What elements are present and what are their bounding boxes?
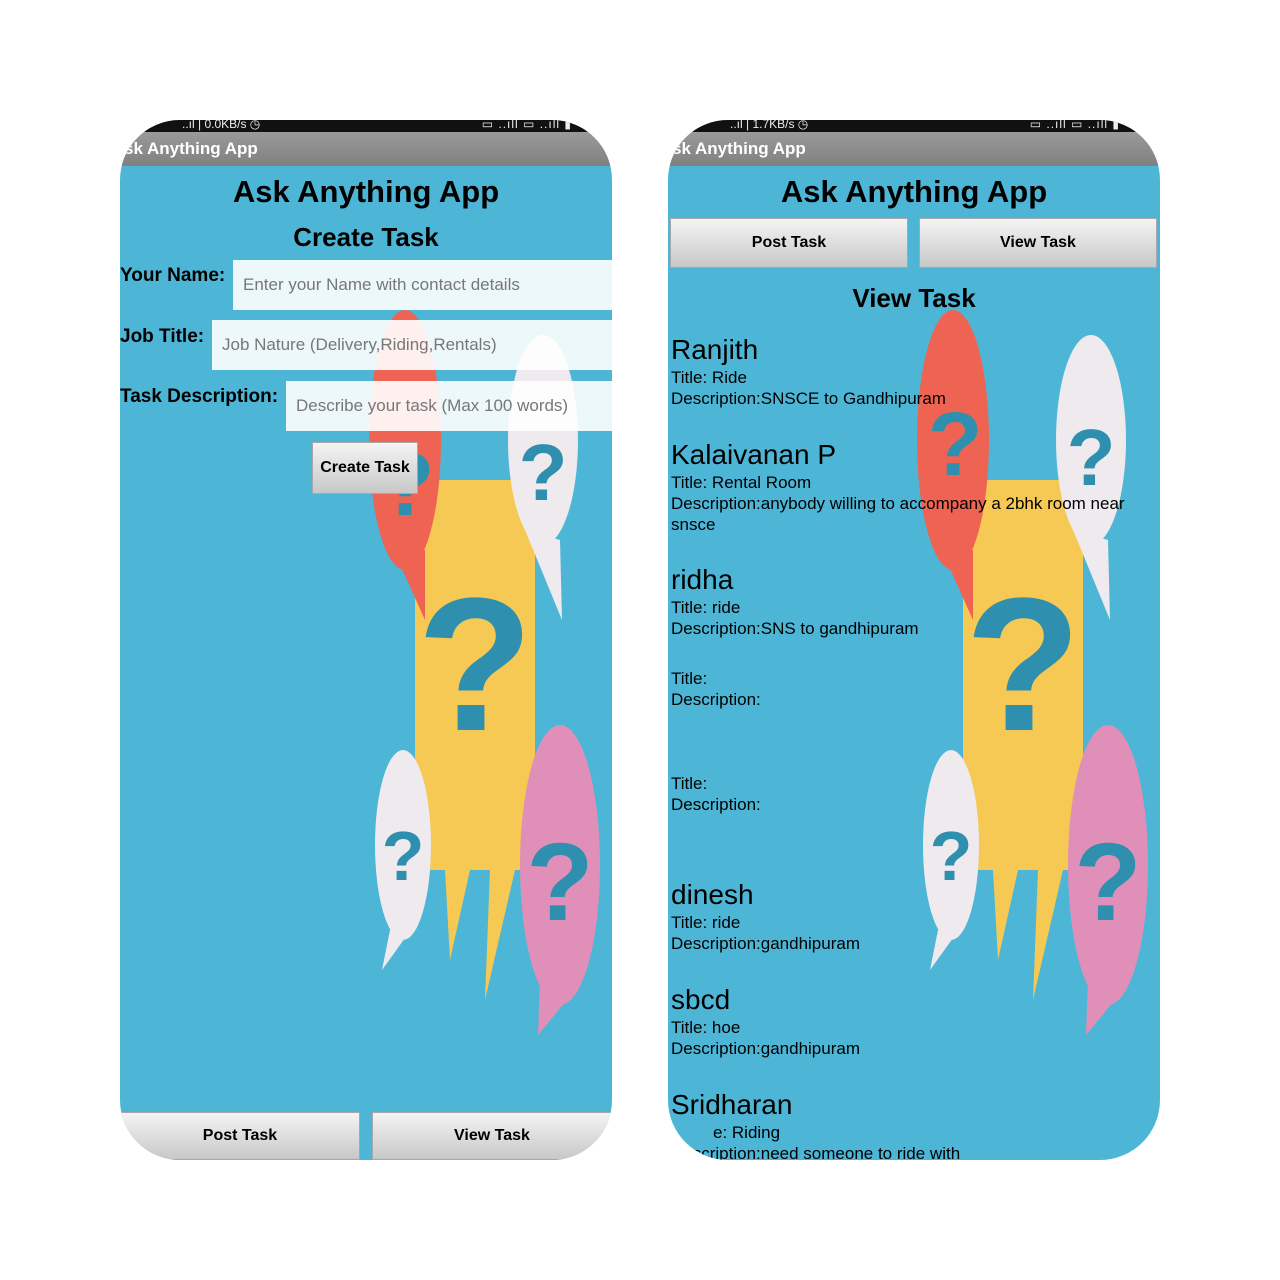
name-label: Your Name: <box>120 265 226 286</box>
task-description-input[interactable] <box>286 381 612 431</box>
phone-create-task: ? ? ? ? ? ..ıl | 0.0KB/s ◷ ▭ ..ıll ▭ ..ı… <box>120 120 612 1160</box>
post-task-nav-button[interactable]: Post Task <box>120 1112 360 1160</box>
task-title: Title: <box>671 774 708 793</box>
task-item: Kalaivanan P Title: Rental Room Descript… <box>671 438 1151 535</box>
task-item: Sridharan e: Riding Description:need som… <box>671 1088 1151 1160</box>
task-description: Description:SNS to gandhipuram <box>671 619 919 638</box>
task-item: Title: Description: <box>671 668 1151 710</box>
view-task-nav-button[interactable]: View Task <box>372 1112 612 1160</box>
view-task-nav-button[interactable]: View Task <box>919 218 1157 268</box>
task-title: Title: <box>671 669 708 688</box>
task-description-label: Task Description: <box>120 386 279 407</box>
post-task-nav-button[interactable]: Post Task <box>670 218 908 268</box>
section-title-create-task: Create Task <box>293 222 439 252</box>
task-name: dinesh <box>671 879 754 910</box>
task-title: Title: hoe <box>671 1018 741 1037</box>
task-name: Ranjith <box>671 334 759 365</box>
task-item: dinesh Title: ride Description:gandhipur… <box>671 878 1151 954</box>
phone-view-task: ? ? ? ? ? ..ıl | 1.7KB/s ◷ ▭ ..ıll ▭ ..ı… <box>668 120 1160 1160</box>
task-description: Description: <box>671 690 761 709</box>
view-task-content: Ask Anything App Post Task View Task Vie… <box>668 120 1160 1160</box>
name-input[interactable] <box>233 260 612 310</box>
task-name: Kalaivanan P <box>671 439 837 470</box>
task-title: e: Riding <box>713 1123 781 1142</box>
job-title-input[interactable] <box>212 320 612 370</box>
task-description: Description:need someone to ride with <box>671 1144 961 1160</box>
create-task-content: Ask Anything App Create Task Your Name: … <box>120 120 612 1160</box>
task-name: sbcd <box>671 984 731 1015</box>
task-title: Title: ride <box>671 598 741 617</box>
task-title: Title: ride <box>671 913 741 932</box>
task-item: Ranjith Title: Ride Description:SNSCE to… <box>671 333 1151 409</box>
task-name: Sridharan <box>671 1089 793 1120</box>
task-name: ridha <box>671 564 734 595</box>
task-item: ridha Title: ride Description:SNS to gan… <box>671 563 1151 639</box>
create-task-button[interactable]: Create Task <box>312 442 418 494</box>
job-title-label: Job Title: <box>120 326 205 347</box>
task-description: Description:anybody willing to accompany… <box>671 494 1125 534</box>
section-title-view-task: View Task <box>852 283 976 313</box>
task-item: Title: Description: <box>671 773 1151 815</box>
task-description: Description:gandhipuram <box>671 934 860 953</box>
task-item: sbcd Title: hoe Description:gandhipuram <box>671 983 1151 1059</box>
task-title: Title: Rental Room <box>671 473 812 492</box>
page-title: Ask Anything App <box>780 174 1048 209</box>
task-title: Title: Ride <box>671 368 747 387</box>
page-title: Ask Anything App <box>232 174 500 209</box>
task-description: Description: <box>671 795 761 814</box>
task-description: Description:gandhipuram <box>671 1039 860 1058</box>
task-description: Description:SNSCE to Gandhipuram <box>671 389 946 408</box>
